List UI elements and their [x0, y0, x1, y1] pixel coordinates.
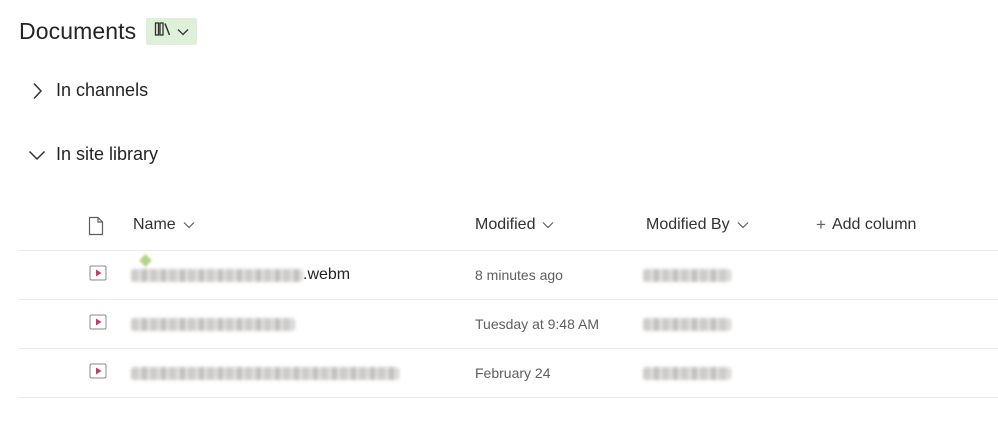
table-header: Name Modified Modified By + Add column: [19, 202, 998, 251]
modified-by-cell: [643, 251, 731, 299]
chevron-down-icon: [28, 146, 46, 164]
modified-cell: February 24: [475, 365, 551, 381]
table-row[interactable]: Tuesday at 9:48 AM: [19, 300, 998, 349]
table-row[interactable]: February 24: [19, 349, 998, 398]
file-type-cell: [89, 251, 107, 299]
section-label: In site library: [56, 144, 159, 164]
library-view-switcher[interactable]: [146, 18, 198, 45]
file-type-cell: [89, 300, 107, 348]
modified-cell: Tuesday at 9:48 AM: [475, 316, 599, 332]
video-file-icon: [89, 363, 107, 384]
column-header-label: Name: [133, 216, 176, 233]
chevron-down-icon: [737, 216, 749, 234]
redacted-file-name: [131, 268, 303, 282]
column-header-name[interactable]: Name: [133, 216, 195, 234]
video-file-icon: [89, 314, 107, 335]
table-row[interactable]: .webm 8 minutes ago: [19, 251, 998, 300]
new-item-indicator: [139, 254, 152, 267]
chevron-right-icon: [28, 82, 46, 100]
add-column-label: Add column: [831, 216, 917, 233]
column-header-modified[interactable]: Modified: [475, 216, 554, 234]
add-column-button[interactable]: + Add column: [816, 216, 916, 234]
file-type-cell: [89, 349, 107, 397]
file-name-cell[interactable]: [131, 300, 295, 348]
chevron-down-icon: [177, 23, 189, 41]
column-header-label: Modified: [475, 216, 536, 233]
documents-table: Name Modified Modified By + Add column .…: [19, 202, 998, 398]
modified-by-cell: [643, 349, 731, 397]
library-icon: [154, 21, 172, 42]
chevron-down-icon: [183, 216, 195, 234]
section-in-site-library[interactable]: In site library: [28, 144, 158, 165]
column-header-label: Modified By: [646, 216, 730, 233]
file-name-cell[interactable]: .webm: [131, 251, 350, 299]
modified-cell: 8 minutes ago: [475, 267, 563, 283]
file-name-cell[interactable]: [131, 349, 399, 397]
section-in-channels[interactable]: In channels: [28, 80, 148, 101]
redacted-user-name: [643, 268, 731, 282]
section-label: In channels: [56, 80, 149, 100]
redacted-file-name: [131, 317, 295, 331]
column-header-modified-by[interactable]: Modified By: [646, 216, 749, 234]
redacted-user-name: [643, 317, 731, 331]
file-type-column-header[interactable]: [88, 216, 104, 241]
redacted-file-name: [131, 366, 399, 380]
plus-icon: +: [816, 215, 826, 234]
modified-by-cell: [643, 300, 731, 348]
document-icon: [88, 216, 104, 241]
page-header: Documents: [19, 18, 198, 45]
chevron-down-icon: [542, 216, 554, 234]
redacted-user-name: [643, 366, 731, 380]
file-extension: .webm: [303, 266, 351, 283]
page-title: Documents: [19, 18, 137, 44]
video-file-icon: [89, 265, 107, 286]
